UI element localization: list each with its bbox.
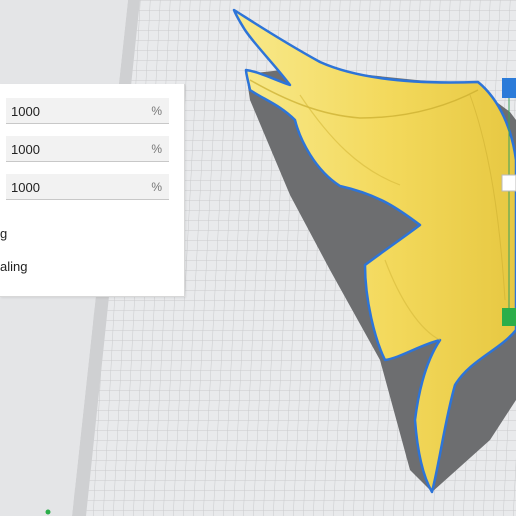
scale-tool-panel: 1000 % 1000 % 1000 % g aling [0,84,185,297]
option-label-2[interactable]: aling [0,259,27,274]
scale-y-unit: % [151,142,162,156]
scale-y-field[interactable]: 1000 % [6,136,169,162]
scale-z-value[interactable]: 1000 [11,180,40,195]
origin-marker-icon [45,509,51,515]
scale-handle-blue-icon[interactable] [502,78,516,98]
option-label-1[interactable]: g [0,226,7,241]
scale-x-unit: % [151,104,162,118]
scale-x-field[interactable]: 1000 % [6,98,169,124]
scale-handle-white-icon[interactable] [501,174,516,192]
scale-z-unit: % [151,180,162,194]
scale-handle-green-icon[interactable] [502,308,516,326]
scale-z-field[interactable]: 1000 % [6,174,169,200]
scale-y-value[interactable]: 1000 [11,142,40,157]
scale-x-value[interactable]: 1000 [11,104,40,119]
